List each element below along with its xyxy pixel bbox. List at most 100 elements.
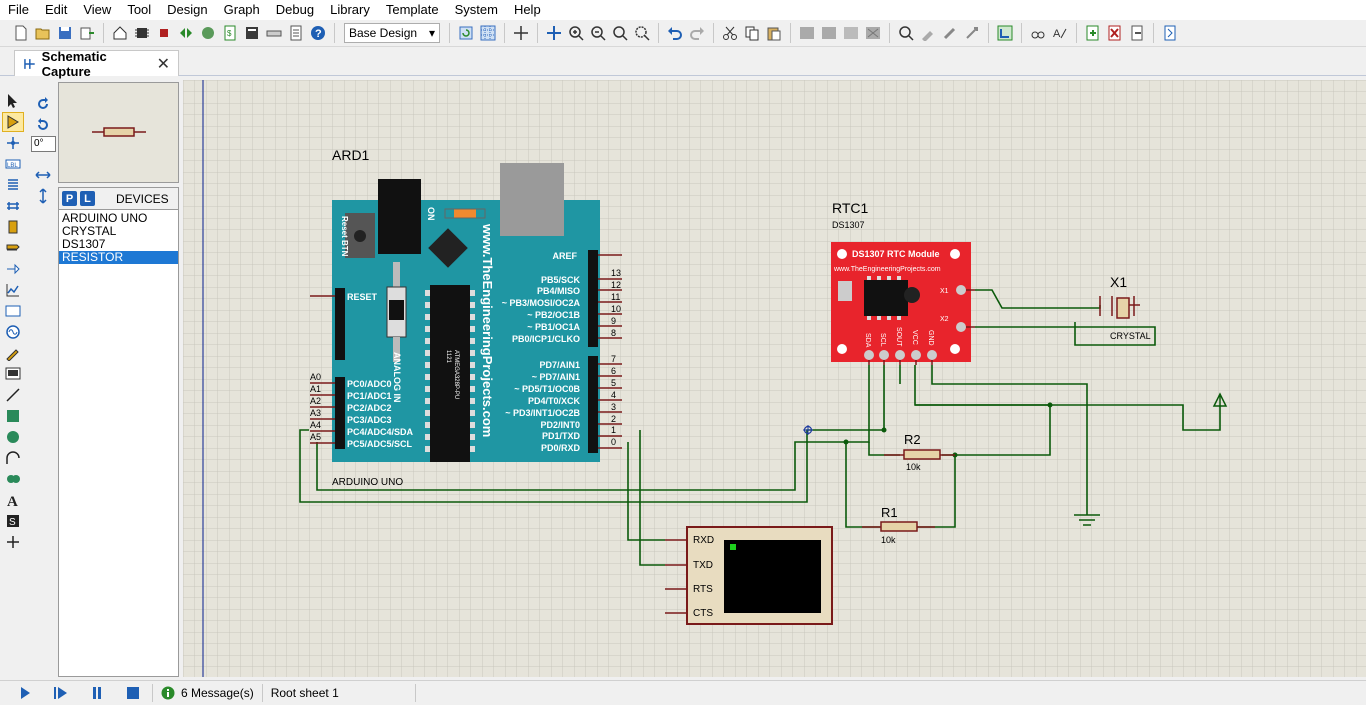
property-assign-icon[interactable]: A — [1049, 23, 1070, 44]
remove-sheet-icon[interactable] — [1104, 23, 1125, 44]
exit-parent-icon[interactable] — [1126, 23, 1147, 44]
pin-12: 12 — [611, 280, 621, 290]
schematic-canvas[interactable]: ARD1 Reset BTN ON ANALOG IN 1121 ATMEGA3… — [183, 80, 1366, 677]
separator — [1153, 23, 1154, 43]
bom-icon[interactable]: $ — [219, 23, 240, 44]
block-copy-icon[interactable] — [796, 23, 817, 44]
menu-file[interactable]: File — [0, 0, 37, 20]
wire-autorouter-icon[interactable] — [994, 23, 1015, 44]
generator-icon[interactable] — [2, 322, 24, 342]
circle-tool-icon[interactable] — [2, 427, 24, 447]
netlist-icon[interactable] — [1159, 23, 1180, 44]
drive-icon[interactable] — [263, 23, 284, 44]
block-delete-icon[interactable] — [862, 23, 883, 44]
terminals-icon[interactable] — [2, 238, 24, 258]
pin-label-pc0: PC0/ADC0 — [347, 379, 392, 389]
refresh-icon[interactable] — [455, 23, 476, 44]
close-icon[interactable]: ✕ — [157, 54, 170, 74]
menu-design[interactable]: Design — [159, 0, 215, 20]
redo-icon[interactable] — [686, 23, 707, 44]
graph-mode-icon[interactable] — [2, 280, 24, 300]
zoom-out-icon[interactable] — [587, 23, 608, 44]
pcb-icon[interactable] — [131, 23, 152, 44]
virtual-instruments-icon[interactable] — [2, 364, 24, 384]
virtual-terminal[interactable]: RXD TXD RTS CTS — [665, 526, 833, 625]
origin-icon[interactable] — [510, 23, 531, 44]
design-select[interactable]: Base Design ▾ — [344, 23, 440, 43]
menu-tool[interactable]: Tool — [119, 0, 159, 20]
block-move-icon[interactable] — [818, 23, 839, 44]
device-item-resistor[interactable]: RESISTOR — [59, 251, 178, 264]
text-script-icon[interactable] — [2, 175, 24, 195]
search-tag-icon[interactable] — [1027, 23, 1048, 44]
decompose-icon[interactable] — [961, 23, 982, 44]
box-tool-icon[interactable] — [2, 406, 24, 426]
line-tool-icon[interactable] — [2, 385, 24, 405]
menu-help[interactable]: Help — [506, 0, 549, 20]
play-icon[interactable] — [14, 684, 36, 702]
messages-indicator[interactable]: 6 Message(s) — [161, 686, 254, 700]
arc-tool-icon[interactable] — [2, 448, 24, 468]
open-folder-icon[interactable] — [32, 23, 53, 44]
buses-icon[interactable] — [2, 196, 24, 216]
source-code-icon[interactable] — [241, 23, 262, 44]
wire-label-icon[interactable]: LBL — [2, 154, 24, 174]
pin-label-pb4: PB4/MISO — [537, 286, 580, 296]
grid-icon[interactable] — [477, 23, 498, 44]
new-sheet-icon[interactable] — [1082, 23, 1103, 44]
text-tool-icon[interactable]: A — [2, 490, 24, 510]
rotation-angle-input[interactable]: 0° — [31, 136, 56, 152]
pause-icon[interactable] — [86, 684, 108, 702]
path-tool-icon[interactable] — [2, 469, 24, 489]
overview-preview[interactable] — [58, 82, 179, 183]
stop-icon[interactable] — [122, 684, 144, 702]
libraries-button[interactable]: L — [80, 191, 95, 206]
component-mode-icon[interactable] — [2, 112, 24, 132]
menu-template[interactable]: Template — [378, 0, 447, 20]
menu-bar: File Edit View Tool Design Graph Debug L… — [0, 0, 1366, 20]
notes-icon[interactable] — [285, 23, 306, 44]
pick-device-icon[interactable] — [895, 23, 916, 44]
tab-schematic-capture[interactable]: Schematic Capture ✕ — [14, 49, 179, 79]
block-rotate-icon[interactable] — [840, 23, 861, 44]
menu-system[interactable]: System — [447, 0, 506, 20]
tape-recorder-icon[interactable] — [2, 301, 24, 321]
undo-icon[interactable] — [664, 23, 685, 44]
menu-view[interactable]: View — [75, 0, 119, 20]
home-icon[interactable] — [109, 23, 130, 44]
paste-icon[interactable] — [763, 23, 784, 44]
menu-graph[interactable]: Graph — [216, 0, 268, 20]
3d-viewer-icon[interactable] — [175, 23, 196, 44]
packaging-icon[interactable] — [939, 23, 960, 44]
pan-icon[interactable] — [543, 23, 564, 44]
import-icon[interactable] — [76, 23, 97, 44]
voltage-probe-icon[interactable] — [2, 343, 24, 363]
zoom-all-icon[interactable] — [609, 23, 630, 44]
subcircuit-icon[interactable] — [2, 217, 24, 237]
step-icon[interactable] — [50, 684, 72, 702]
mirror-x-icon[interactable] — [32, 165, 54, 185]
rotate-clockwise-icon[interactable] — [32, 94, 54, 114]
zoom-area-icon[interactable] — [631, 23, 652, 44]
zoom-in-icon[interactable] — [565, 23, 586, 44]
cut-icon[interactable] — [719, 23, 740, 44]
junction-dot-icon[interactable] — [2, 133, 24, 153]
selection-mode-icon[interactable] — [2, 91, 24, 111]
device-pins-icon[interactable] — [2, 259, 24, 279]
rotate-anticlockwise-icon[interactable] — [32, 115, 54, 135]
marker-tool-icon[interactable] — [2, 532, 24, 552]
save-icon[interactable] — [54, 23, 75, 44]
new-file-icon[interactable] — [10, 23, 31, 44]
menu-debug[interactable]: Debug — [268, 0, 322, 20]
gerber-icon[interactable] — [197, 23, 218, 44]
symbol-tool-icon[interactable]: S — [2, 511, 24, 531]
help-icon[interactable]: ? — [307, 23, 328, 44]
make-device-icon[interactable] — [917, 23, 938, 44]
pin-10: 10 — [611, 304, 621, 314]
mirror-y-icon[interactable] — [32, 186, 54, 206]
menu-library[interactable]: Library — [322, 0, 378, 20]
chip-icon[interactable] — [153, 23, 174, 44]
copy-icon[interactable] — [741, 23, 762, 44]
menu-edit[interactable]: Edit — [37, 0, 75, 20]
pick-devices-button[interactable]: P — [62, 191, 77, 206]
